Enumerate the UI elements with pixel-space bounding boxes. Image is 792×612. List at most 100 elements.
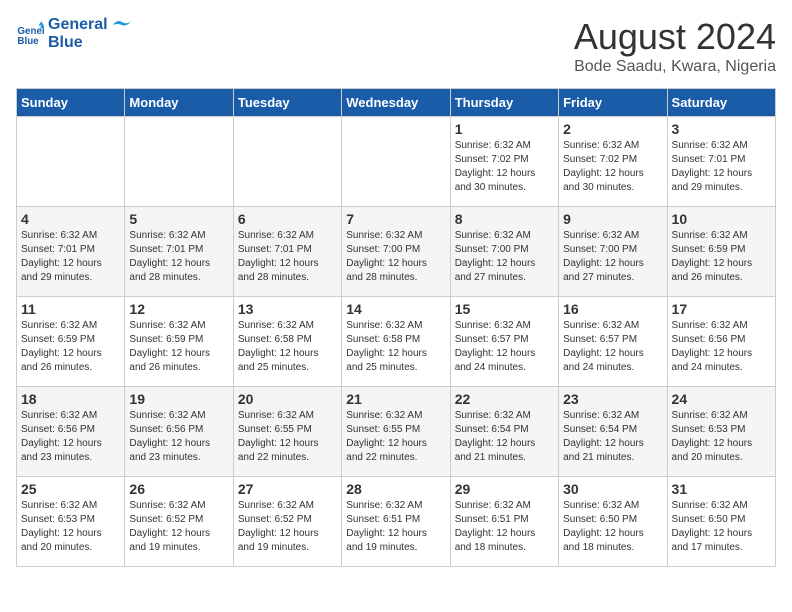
- day-number: 4: [21, 211, 120, 227]
- calendar-cell: 18 Sunrise: 6:32 AMSunset: 6:56 PMDayligh…: [17, 387, 125, 477]
- day-number: 22: [455, 391, 554, 407]
- calendar-cell: 2Sunrise: 6:32 AMSunset: 7:02 PMDaylight…: [559, 117, 667, 207]
- calendar-cell: [125, 117, 233, 207]
- location-subtitle: Bode Saadu, Kwara, Nigeria: [574, 58, 776, 76]
- day-number: 17: [672, 301, 771, 317]
- calendar-cell: 13 Sunrise: 6:32 AMSunset: 6:58 PMDayligh…: [233, 297, 341, 387]
- day-info: Sunrise: 6:32 AMSunset: 6:56 PMDaylight:…: [21, 409, 120, 465]
- day-number: 11: [21, 301, 120, 317]
- day-info: Sunrise: 6:32 AMSunset: 6:50 PMDaylight:…: [563, 499, 662, 555]
- calendar-cell: 17 Sunrise: 6:32 AMSunset: 6:56 PMDayligh…: [667, 297, 775, 387]
- day-number: 13: [238, 301, 337, 317]
- calendar-cell: [233, 117, 341, 207]
- day-info: Sunrise: 6:32 AMSunset: 7:01 PMDaylight:…: [672, 139, 771, 195]
- logo-bird-icon: [113, 19, 131, 31]
- day-info: Sunrise: 6:32 AMSunset: 7:01 PMDaylight:…: [21, 229, 120, 285]
- col-header-saturday: Saturday: [667, 89, 775, 117]
- calendar-cell: 1Sunrise: 6:32 AMSunset: 7:02 PMDaylight…: [450, 117, 558, 207]
- calendar-cell: 22 Sunrise: 6:32 AMSunset: 6:54 PMDayligh…: [450, 387, 558, 477]
- calendar-cell: 9 Sunrise: 6:32 AMSunset: 7:00 PMDaylight…: [559, 207, 667, 297]
- day-number: 5: [129, 211, 228, 227]
- calendar-cell: 29Sunrise: 6:32 AMSunset: 6:51 PMDayligh…: [450, 477, 558, 567]
- logo-line1: General: [48, 16, 131, 34]
- day-number: 10: [672, 211, 771, 227]
- calendar-cell: 31Sunrise: 6:32 AMSunset: 6:50 PMDayligh…: [667, 477, 775, 567]
- calendar-cell: 21 Sunrise: 6:32 AMSunset: 6:55 PMDayligh…: [342, 387, 450, 477]
- day-number: 25: [21, 481, 120, 497]
- day-number: 7: [346, 211, 445, 227]
- day-number: 14: [346, 301, 445, 317]
- day-number: 23: [563, 391, 662, 407]
- day-info: Sunrise: 6:32 AMSunset: 6:58 PMDaylight:…: [238, 319, 337, 375]
- day-number: 24: [672, 391, 771, 407]
- col-header-wednesday: Wednesday: [342, 89, 450, 117]
- calendar-cell: 3Sunrise: 6:32 AMSunset: 7:01 PMDaylight…: [667, 117, 775, 207]
- day-number: 30: [563, 481, 662, 497]
- day-number: 9: [563, 211, 662, 227]
- day-number: 16: [563, 301, 662, 317]
- calendar-cell: [17, 117, 125, 207]
- day-info: Sunrise: 6:32 AMSunset: 6:51 PMDaylight:…: [346, 499, 445, 555]
- calendar-cell: 8Sunrise: 6:32 AMSunset: 7:00 PMDaylight…: [450, 207, 558, 297]
- calendar-cell: 23 Sunrise: 6:32 AMSunset: 6:54 PMDayligh…: [559, 387, 667, 477]
- day-info: Sunrise: 6:32 AMSunset: 6:56 PMDaylight:…: [672, 319, 771, 375]
- calendar-cell: 30 Sunrise: 6:32 AMSunset: 6:50 PMDayligh…: [559, 477, 667, 567]
- calendar-cell: 7 Sunrise: 6:32 AMSunset: 7:00 PMDaylight…: [342, 207, 450, 297]
- day-info: Sunrise: 6:32 AMSunset: 6:53 PMDaylight:…: [672, 409, 771, 465]
- calendar-week-row: 11Sunrise: 6:32 AMSunset: 6:59 PMDayligh…: [17, 297, 776, 387]
- calendar-cell: 28 Sunrise: 6:32 AMSunset: 6:51 PMDayligh…: [342, 477, 450, 567]
- calendar-cell: 6Sunrise: 6:32 AMSunset: 7:01 PMDaylight…: [233, 207, 341, 297]
- svg-text:Blue: Blue: [17, 35, 39, 46]
- day-info: Sunrise: 6:32 AMSunset: 6:55 PMDaylight:…: [238, 409, 337, 465]
- day-info: Sunrise: 6:32 AMSunset: 6:57 PMDaylight:…: [563, 319, 662, 375]
- col-header-monday: Monday: [125, 89, 233, 117]
- logo: General Blue General Blue: [16, 16, 131, 51]
- calendar-cell: 4 Sunrise: 6:32 AMSunset: 7:01 PMDaylight…: [17, 207, 125, 297]
- calendar-cell: 25 Sunrise: 6:32 AMSunset: 6:53 PMDayligh…: [17, 477, 125, 567]
- day-number: 8: [455, 211, 554, 227]
- calendar-cell: 11Sunrise: 6:32 AMSunset: 6:59 PMDayligh…: [17, 297, 125, 387]
- day-number: 21: [346, 391, 445, 407]
- calendar-table: SundayMondayTuesdayWednesdayThursdayFrid…: [16, 88, 776, 567]
- day-info: Sunrise: 6:32 AMSunset: 7:02 PMDaylight:…: [563, 139, 662, 195]
- day-info: Sunrise: 6:32 AMSunset: 6:52 PMDaylight:…: [238, 499, 337, 555]
- logo-text-block: General Blue: [48, 16, 131, 51]
- day-number: 31: [672, 481, 771, 497]
- col-header-sunday: Sunday: [17, 89, 125, 117]
- day-info: Sunrise: 6:32 AMSunset: 7:02 PMDaylight:…: [455, 139, 554, 195]
- day-number: 26: [129, 481, 228, 497]
- day-info: Sunrise: 6:32 AMSunset: 6:59 PMDaylight:…: [672, 229, 771, 285]
- day-info: Sunrise: 6:32 AMSunset: 6:53 PMDaylight:…: [21, 499, 120, 555]
- day-number: 28: [346, 481, 445, 497]
- day-info: Sunrise: 6:32 AMSunset: 6:55 PMDaylight:…: [346, 409, 445, 465]
- calendar-week-row: 4 Sunrise: 6:32 AMSunset: 7:01 PMDaylight…: [17, 207, 776, 297]
- day-info: Sunrise: 6:32 AMSunset: 6:58 PMDaylight:…: [346, 319, 445, 375]
- month-year-title: August 2024: [574, 16, 776, 58]
- calendar-cell: 24 Sunrise: 6:32 AMSunset: 6:53 PMDayligh…: [667, 387, 775, 477]
- col-header-tuesday: Tuesday: [233, 89, 341, 117]
- calendar-week-row: 1Sunrise: 6:32 AMSunset: 7:02 PMDaylight…: [17, 117, 776, 207]
- day-info: Sunrise: 6:32 AMSunset: 6:54 PMDaylight:…: [563, 409, 662, 465]
- calendar-week-row: 18 Sunrise: 6:32 AMSunset: 6:56 PMDayligh…: [17, 387, 776, 477]
- calendar-cell: 16 Sunrise: 6:32 AMSunset: 6:57 PMDayligh…: [559, 297, 667, 387]
- day-info: Sunrise: 6:32 AMSunset: 6:52 PMDaylight:…: [129, 499, 228, 555]
- day-info: Sunrise: 6:32 AMSunset: 6:54 PMDaylight:…: [455, 409, 554, 465]
- day-number: 18: [21, 391, 120, 407]
- day-number: 6: [238, 211, 337, 227]
- title-block: August 2024 Bode Saadu, Kwara, Nigeria: [574, 16, 776, 76]
- day-number: 12: [129, 301, 228, 317]
- calendar-header-row: SundayMondayTuesdayWednesdayThursdayFrid…: [17, 89, 776, 117]
- calendar-cell: 19 Sunrise: 6:32 AMSunset: 6:56 PMDayligh…: [125, 387, 233, 477]
- day-info: Sunrise: 6:32 AMSunset: 7:00 PMDaylight:…: [346, 229, 445, 285]
- calendar-cell: [342, 117, 450, 207]
- calendar-cell: 27 Sunrise: 6:32 AMSunset: 6:52 PMDayligh…: [233, 477, 341, 567]
- day-number: 19: [129, 391, 228, 407]
- calendar-cell: 26 Sunrise: 6:32 AMSunset: 6:52 PMDayligh…: [125, 477, 233, 567]
- calendar-cell: 20Sunrise: 6:32 AMSunset: 6:55 PMDayligh…: [233, 387, 341, 477]
- day-info: Sunrise: 6:32 AMSunset: 7:00 PMDaylight:…: [563, 229, 662, 285]
- day-number: 27: [238, 481, 337, 497]
- calendar-cell: 15Sunrise: 6:32 AMSunset: 6:57 PMDayligh…: [450, 297, 558, 387]
- logo-line2: Blue: [48, 34, 131, 52]
- day-info: Sunrise: 6:32 AMSunset: 6:56 PMDaylight:…: [129, 409, 228, 465]
- col-header-thursday: Thursday: [450, 89, 558, 117]
